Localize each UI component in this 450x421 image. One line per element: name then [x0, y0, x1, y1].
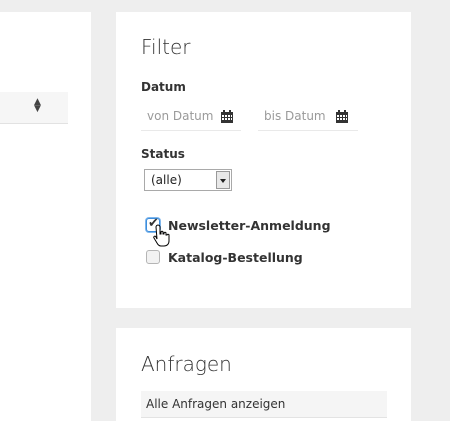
katalog-checkbox[interactable] — [146, 250, 160, 264]
filter-card: Filter Datum von Datum bis Datum Status … — [116, 12, 411, 308]
chevron-down-icon[interactable] — [216, 171, 230, 189]
sort-icon: ▲ ▼ — [34, 97, 41, 114]
sort-select[interactable]: ▲ ▼ — [0, 92, 68, 124]
status-label: Status — [141, 147, 185, 161]
date-from-placeholder: von Datum — [147, 109, 214, 123]
calendar-icon[interactable] — [336, 110, 348, 123]
show-all-requests-label[interactable]: Alle Anfragen anzeigen — [146, 397, 285, 411]
date-to-field[interactable]: bis Datum — [258, 108, 358, 131]
show-all-requests-link[interactable]: Alle Anfragen anzeigen — [141, 391, 387, 418]
date-from-field[interactable]: von Datum — [141, 108, 241, 131]
date-to-placeholder: bis Datum — [264, 109, 326, 123]
hand-cursor-icon — [153, 224, 170, 247]
status-select[interactable]: (alle) — [144, 169, 232, 191]
left-panel: ▲ ▼ — [0, 12, 91, 421]
katalog-label[interactable]: Katalog-Bestellung — [168, 250, 303, 265]
newsletter-label[interactable]: Newsletter-Anmeldung — [168, 218, 331, 233]
status-selected-value: (alle) — [151, 173, 182, 187]
filter-title: Filter — [141, 35, 191, 59]
anfragen-card: Anfragen Alle Anfragen anzeigen — [116, 328, 411, 421]
calendar-icon[interactable] — [221, 110, 233, 123]
date-label: Datum — [141, 80, 186, 94]
anfragen-title: Anfragen — [141, 352, 232, 376]
